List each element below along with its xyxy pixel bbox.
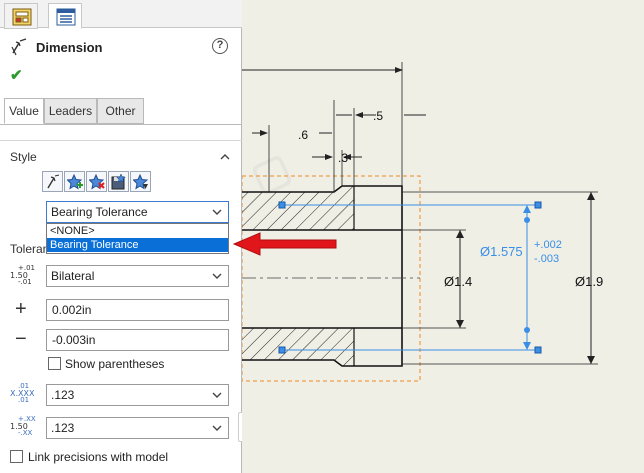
load-style-button[interactable]	[130, 171, 151, 192]
dimxpert-icon	[12, 8, 32, 26]
save-style-icon	[111, 174, 126, 190]
delete-style-button[interactable]	[86, 171, 107, 192]
chevron-down-icon	[212, 392, 222, 398]
dim-text: .6	[298, 128, 308, 142]
handle[interactable]	[534, 201, 542, 209]
apply-style-icon	[47, 174, 60, 189]
dim-text: .5	[373, 109, 383, 123]
property-manager-panel: Dimension ? ✔ Value Leaders Other Style	[0, 0, 242, 473]
tolerance-precision-select[interactable]: .123	[46, 417, 229, 439]
link-precisions-checkbox[interactable]	[10, 450, 23, 463]
lower-tolerance-input[interactable]: -0.003in	[46, 329, 229, 351]
link-precisions-label: Link precisions with model	[28, 450, 169, 464]
dim-text: Ø1.9	[575, 274, 603, 289]
group-divider	[0, 140, 242, 141]
show-parentheses-label: Show parentheses	[65, 357, 165, 371]
property-manager-icon	[56, 8, 76, 26]
handle[interactable]	[534, 346, 542, 354]
bearing-dim-lower: -.003	[534, 253, 559, 265]
dimxpert-tab[interactable]	[4, 3, 38, 29]
ok-check-icon[interactable]: ✔	[10, 66, 23, 84]
tolerance-precision-icon: +.XX 1.50 -.XX	[10, 415, 36, 437]
property-manager-header: Dimension ?	[10, 38, 232, 58]
chevron-down-icon	[212, 273, 222, 279]
property-manager-tab[interactable]	[48, 3, 82, 29]
show-parentheses-checkbox[interactable]	[48, 357, 61, 370]
upper-tolerance-input[interactable]: 0.002in	[46, 299, 229, 321]
dim-text: Ø1.4	[444, 274, 472, 289]
help-icon[interactable]: ?	[212, 38, 228, 54]
chevron-down-icon	[212, 425, 222, 431]
chevron-down-icon	[212, 209, 222, 215]
handle[interactable]	[278, 346, 286, 354]
dim-text: .3	[338, 151, 348, 165]
style-group-label: Style	[10, 150, 37, 164]
panel-tab-strip	[0, 0, 242, 29]
minus-icon: −	[15, 328, 27, 350]
add-style-button[interactable]	[64, 171, 85, 192]
load-style-icon	[133, 174, 149, 190]
option-bearing-tolerance[interactable]: Bearing Tolerance	[47, 238, 228, 252]
plus-icon: +	[15, 298, 27, 320]
save-style-button[interactable]	[108, 171, 129, 192]
apply-style-button[interactable]	[42, 171, 63, 192]
add-style-icon	[67, 174, 83, 190]
tolerance-type-select[interactable]: Bilateral	[46, 265, 229, 287]
bearing-dim-upper: +.002	[534, 239, 562, 251]
collapse-chevron-icon[interactable]	[220, 152, 230, 162]
primary-precision-value: .123	[51, 388, 75, 402]
tab-other[interactable]: Other	[97, 98, 144, 124]
style-dropdown-list: <NONE> Bearing Tolerance	[46, 223, 229, 254]
page-title: Dimension	[36, 40, 103, 55]
callout-arrow-icon	[232, 232, 337, 256]
tab-value[interactable]: Value	[4, 98, 44, 124]
bearing-dim-text[interactable]: Ø1.575	[480, 244, 523, 259]
tolerance-precision-value: .123	[51, 421, 75, 435]
primary-precision-icon: .01 X.XXX .01	[10, 382, 35, 404]
tolerance-type-value: Bilateral	[51, 269, 95, 283]
tab-divider	[0, 124, 242, 125]
dimension-icon	[11, 38, 27, 56]
option-none[interactable]: <NONE>	[47, 224, 228, 238]
tab-leaders[interactable]: Leaders	[44, 98, 97, 124]
style-select-value: Bearing Tolerance	[51, 205, 148, 219]
handle[interactable]	[278, 201, 286, 209]
delete-style-icon	[89, 174, 105, 190]
style-select[interactable]: Bearing Tolerance	[46, 201, 229, 223]
primary-precision-select[interactable]: .123	[46, 384, 229, 406]
tolerance-type-icon: +.01 1.50 -.01	[10, 264, 35, 286]
